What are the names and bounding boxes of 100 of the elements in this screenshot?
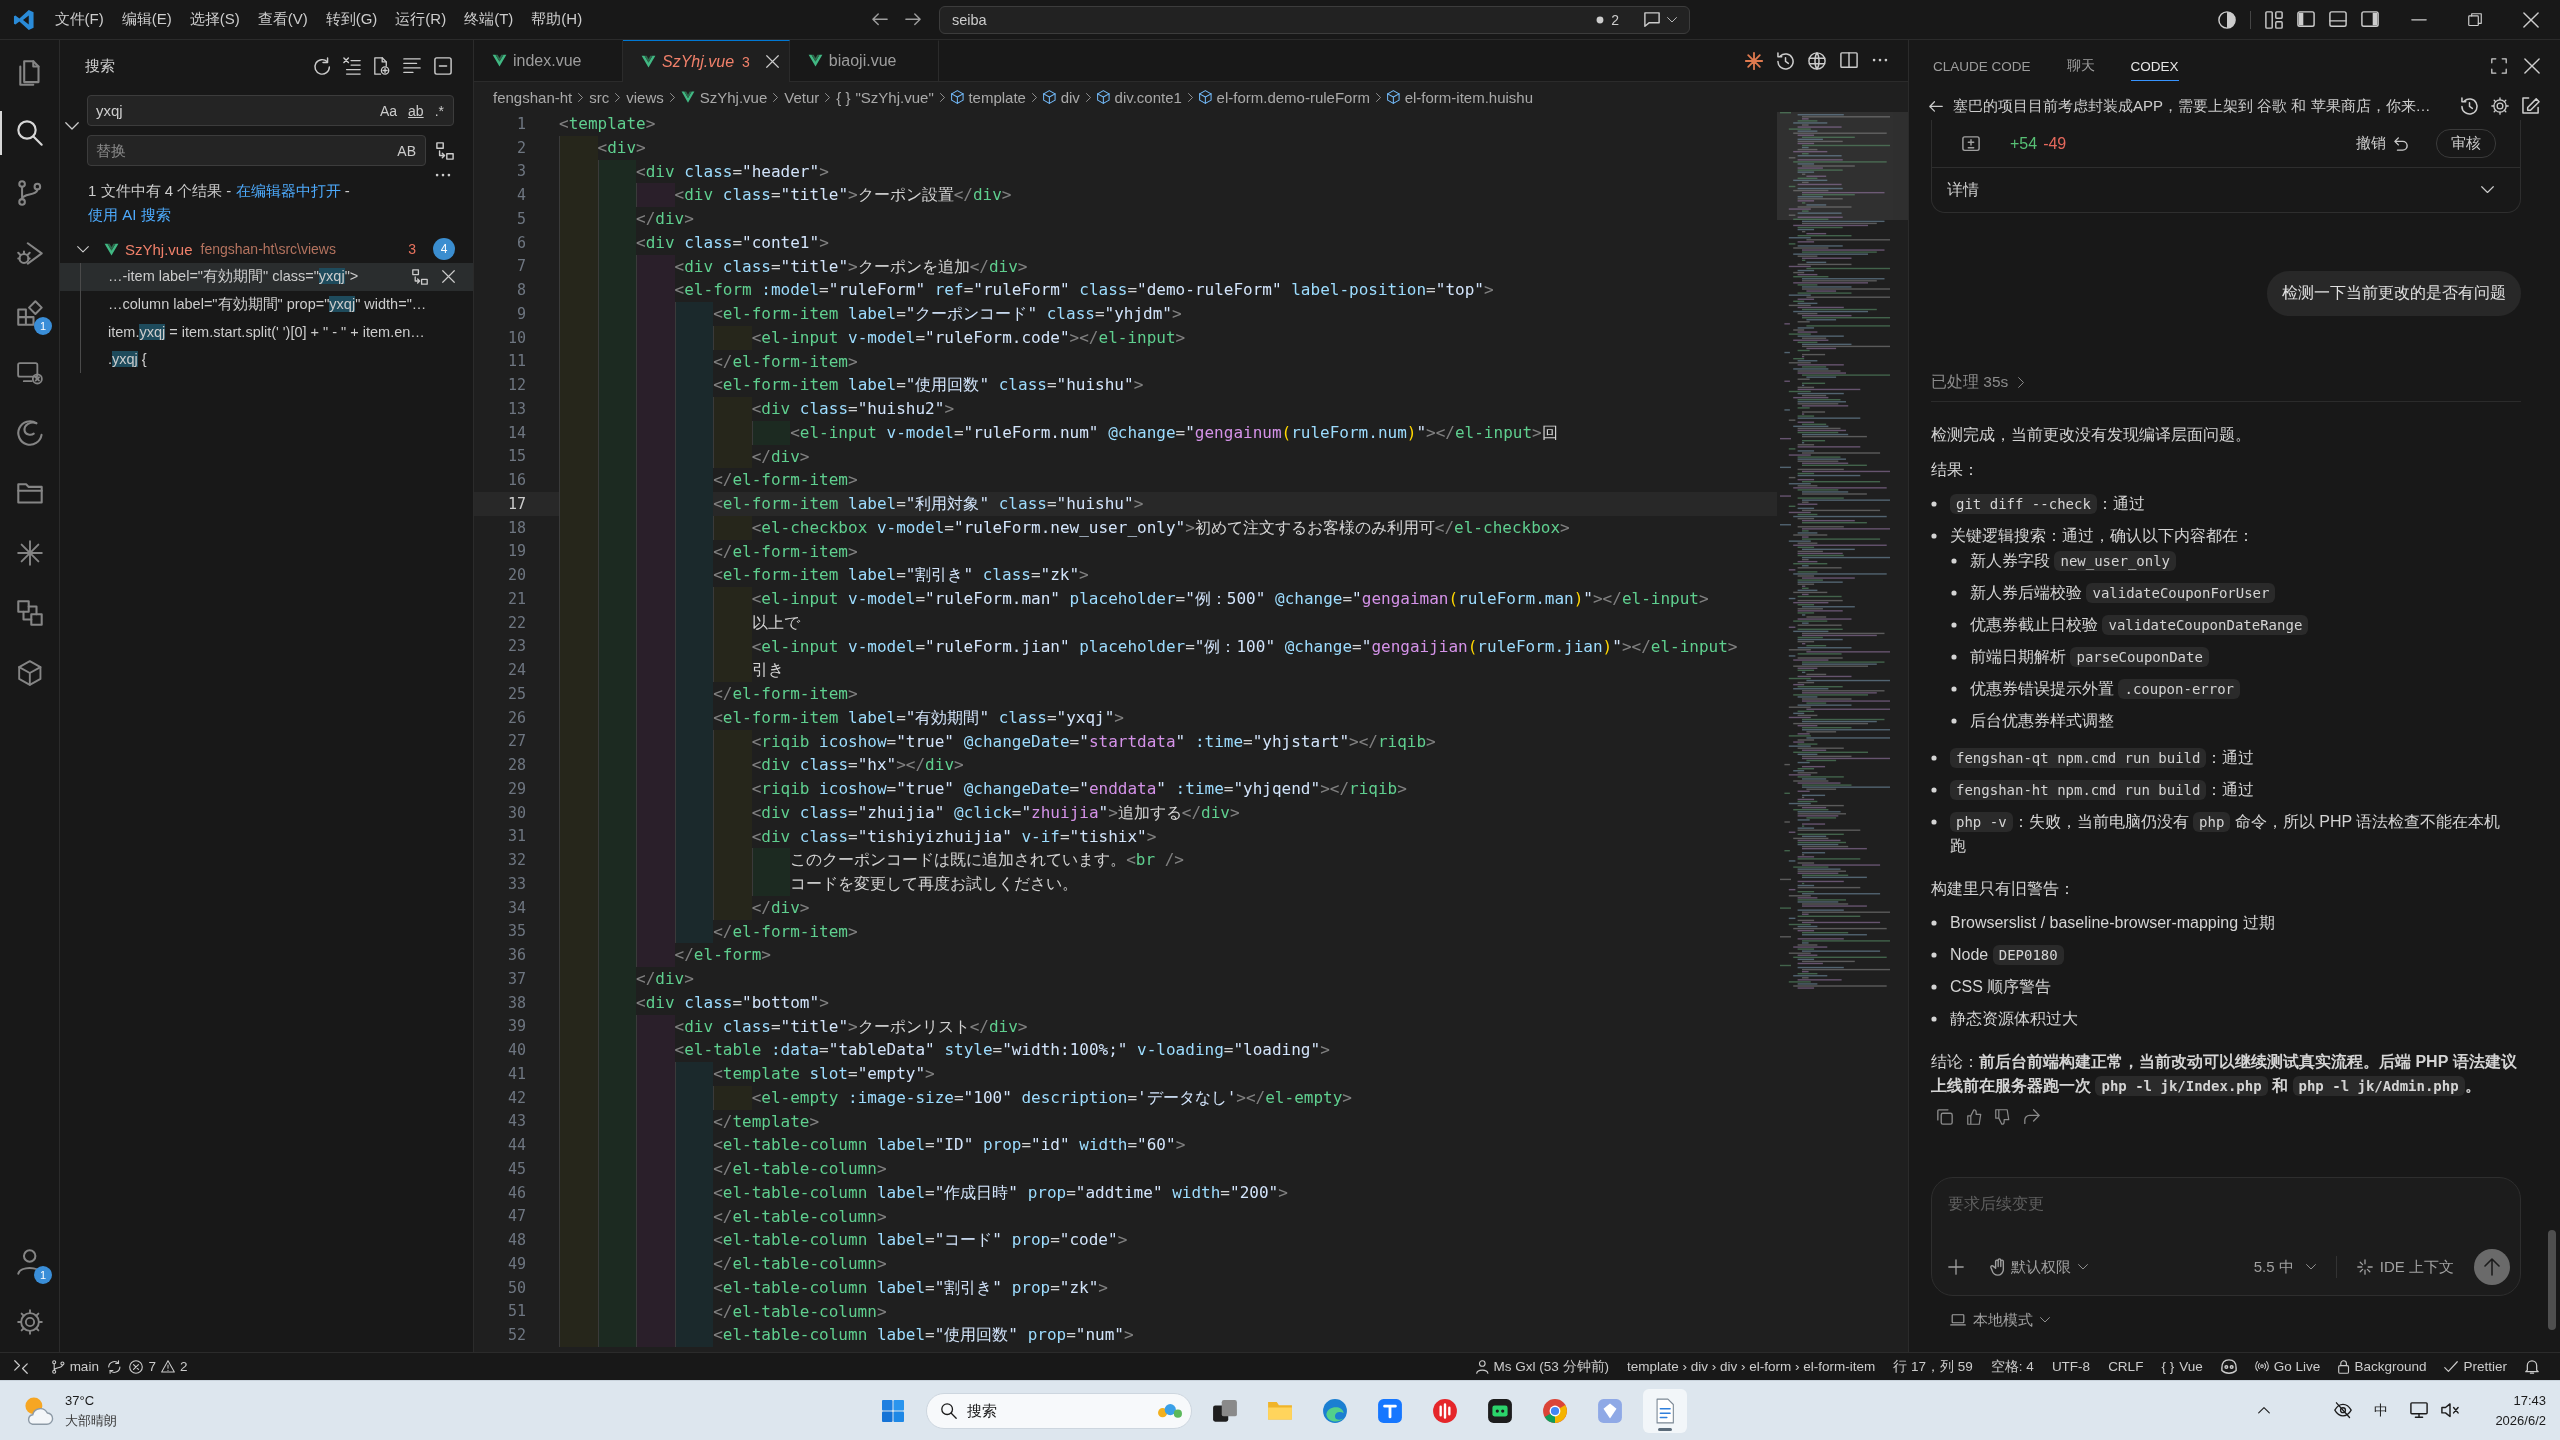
command-center[interactable]: seiba 2 (939, 5, 1690, 34)
details-toggle[interactable]: 详情 (1932, 167, 2520, 212)
search-result[interactable]: …column label="有効期間" prop="yxqj" width="… (60, 290, 473, 319)
status-item[interactable]: 空格: 4 (1981, 1357, 2043, 1376)
status-item[interactable]: Ms Gxl (53 分钟前) (1466, 1357, 1618, 1376)
breadcrumb[interactable]: SzYhj.vue (680, 88, 768, 106)
monitor-icon[interactable] (2410, 1402, 2429, 1419)
layout-icon[interactable] (2265, 10, 2283, 29)
more-icon[interactable] (435, 173, 451, 178)
status-item[interactable]: UTF-8 (2042, 1359, 2100, 1374)
breadcrumb[interactable]: fengshan-ht (493, 88, 573, 106)
search-icon[interactable] (16, 120, 43, 146)
status-item[interactable]: 行 17，列 59 (1884, 1357, 1982, 1376)
list-view-icon[interactable] (403, 58, 421, 74)
prompt-input[interactable]: 要求后续变更 (1948, 1194, 2510, 1245)
menu-item[interactable]: 运行(R) (387, 5, 455, 34)
panel-tab[interactable]: CODEX (2130, 51, 2179, 81)
prompt-field[interactable]: 要求后续变更 默认权限 5.5 中 IDE 上下文 (1931, 1177, 2521, 1296)
breadcrumb[interactable]: src (589, 88, 610, 106)
breadcrumb[interactable]: el-form-item.huishu (1386, 88, 1534, 106)
search-result[interactable]: .yxqj { (60, 345, 473, 374)
restore-icon[interactable] (2468, 12, 2482, 27)
model-dropdown[interactable]: 5.5 中 (2253, 1257, 2316, 1277)
weather-temperature[interactable]: 37°C (65, 1390, 117, 1411)
undo-button[interactable]: 撤销 (2356, 134, 2408, 153)
menu-item[interactable]: 帮助(H) (523, 5, 591, 34)
status-item[interactable]: Prettier (2435, 1359, 2516, 1374)
clear-results-icon[interactable] (343, 57, 362, 75)
breadcrumb[interactable]: template (950, 88, 1026, 106)
thumbs-up-icon[interactable] (1967, 1109, 1982, 1125)
menu-item[interactable]: 选择(S) (181, 5, 248, 34)
chevron-down-icon[interactable] (1667, 16, 1677, 23)
source-control-icon[interactable] (17, 180, 42, 206)
whole-word-toggle[interactable]: ab (405, 101, 427, 120)
weather-description[interactable]: 大部晴朗 (65, 1410, 117, 1431)
close-icon[interactable] (2524, 58, 2540, 74)
breadcrumb[interactable]: Vetur (784, 88, 820, 106)
search-result[interactable]: …-item label="有効期間" class="yxqj"> (60, 263, 473, 291)
dismiss-icon[interactable] (442, 270, 455, 284)
forward-arrow-icon[interactable] (905, 13, 921, 26)
link[interactable]: 在编辑器中打开 (235, 182, 341, 200)
menu-item[interactable]: 编辑(E) (113, 5, 180, 34)
speaker-muted-icon[interactable] (2441, 1403, 2460, 1418)
status-item[interactable]: Background (2329, 1359, 2436, 1374)
breadcrumb[interactable]: div.conte1 (1096, 88, 1182, 106)
status-item[interactable]: Go Live (2245, 1359, 2330, 1374)
breadcrumb[interactable]: { } "SzYhj.vue" (836, 88, 934, 106)
new-file-icon[interactable] (374, 57, 390, 75)
sync-icon[interactable] (107, 1359, 121, 1374)
sidebar-right-icon[interactable] (2361, 11, 2379, 28)
link[interactable]: 使用 AI 搜索 (88, 206, 171, 224)
search-result[interactable]: item.yxqj = item.start.split(' ')[0] + " - " + item.en… (60, 318, 473, 346)
split-editor-icon[interactable] (1840, 52, 1858, 69)
close-icon[interactable] (765, 55, 779, 68)
copy-icon[interactable] (1937, 1109, 1953, 1125)
clock-time[interactable]: 17:43 (2513, 1390, 2546, 1411)
history-icon[interactable] (2460, 97, 2478, 115)
status-item[interactable]: CRLF (2099, 1359, 2153, 1374)
minimize-icon[interactable] (2411, 18, 2427, 21)
sun-cloud-icon[interactable] (24, 1395, 54, 1426)
chevron-icon[interactable] (77, 245, 89, 253)
maximize-icon[interactable] (2491, 58, 2507, 74)
more-icon[interactable] (1872, 58, 1888, 63)
share-icon[interactable] (2023, 1109, 2040, 1125)
breadcrumb[interactable]: views (626, 88, 664, 106)
run-debug-icon[interactable] (16, 241, 43, 265)
regex-toggle[interactable]: .* (431, 101, 447, 120)
chat-icon[interactable] (1644, 11, 1660, 28)
asterisk-icon[interactable] (16, 540, 43, 566)
scrollbar-thumb[interactable] (1893, 112, 1908, 220)
panel-tab[interactable]: CLAUDE CODE (1933, 51, 2031, 81)
review-button[interactable]: 审核 (2436, 129, 2496, 158)
edit-icon[interactable] (2522, 97, 2540, 115)
panel-tab[interactable]: 聊天 (2066, 51, 2095, 81)
file-name[interactable]: SzYhj.vue (125, 240, 193, 258)
context-button[interactable]: IDE 上下文 (2356, 1257, 2454, 1277)
notepad-icon[interactable] (1643, 1388, 1687, 1433)
minimap[interactable] (1777, 112, 1893, 992)
menu-item[interactable]: 终端(T) (456, 5, 522, 34)
search-field[interactable]: yxqj Aa ab .* (87, 95, 454, 126)
breadcrumb[interactable]: div (1042, 88, 1080, 106)
chevron-icon[interactable] (65, 122, 79, 130)
status-item[interactable]: { } Vue (2152, 1359, 2212, 1374)
sparkle-icon[interactable] (1744, 51, 1763, 70)
menu-item[interactable]: 查看(V) (249, 5, 316, 34)
swirl-icon[interactable] (16, 420, 43, 446)
status-item[interactable]: template › div › div › el-form › el-form-item (1618, 1359, 1885, 1374)
replace-icon[interactable] (412, 268, 428, 285)
preserve-case-toggle[interactable]: AB (394, 141, 419, 160)
clock-date[interactable]: 2026/6/2 (2495, 1410, 2546, 1431)
back-arrow-icon[interactable] (1929, 100, 1943, 112)
input-method[interactable]: 中 (2374, 1401, 2389, 1420)
panel-bottom-icon[interactable] (2329, 11, 2347, 28)
close-icon[interactable] (2523, 11, 2539, 28)
sidebar-left-icon[interactable] (2297, 11, 2315, 28)
menu-item[interactable]: 文件(F) (46, 5, 112, 34)
collapse-all-icon[interactable] (434, 57, 452, 75)
folder-icon[interactable] (16, 482, 43, 504)
branch-status[interactable]: main (43, 1359, 108, 1374)
permission-dropdown[interactable]: 默认权限 (1990, 1257, 2089, 1277)
